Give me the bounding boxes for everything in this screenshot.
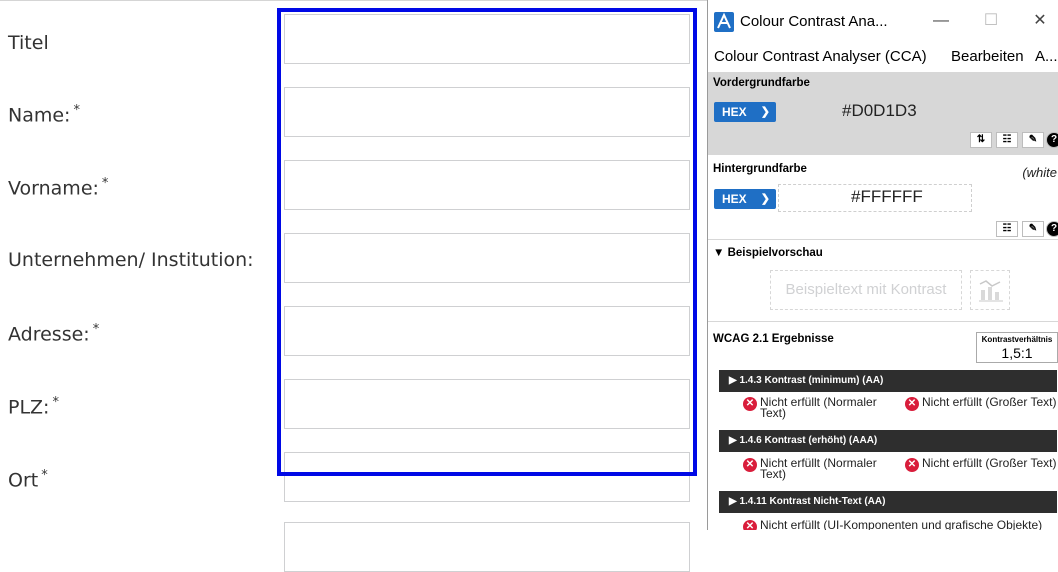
close-button[interactable]: ✕	[1023, 6, 1057, 36]
unternehmen-input[interactable]	[284, 233, 690, 283]
menu-item-bearbeiten[interactable]: Bearbeiten	[951, 48, 1024, 65]
chevron-down-icon: ❯	[760, 193, 770, 205]
required-marker: *	[73, 103, 80, 118]
fail-icon: ✕	[905, 458, 919, 472]
field-label-titel: Titel	[8, 32, 49, 54]
background-format-select[interactable]: HEX ❯	[714, 189, 776, 209]
cca-app-icon	[714, 12, 734, 32]
fail-icon: ✕	[743, 520, 757, 530]
background-section: Hintergrundfarbe (white HEX ❯ #FFFFFF ☷ ✎…	[708, 155, 1058, 239]
required-marker: *	[52, 395, 59, 410]
preview-toggle[interactable]: ▼ Beispielvorschau	[713, 247, 823, 259]
wcag-results-title: WCAG 2.1 Ergebnisse	[713, 333, 834, 345]
color-sliders-icon[interactable]: ☷	[996, 132, 1018, 148]
chart-icon[interactable]	[970, 270, 1010, 310]
field-label-unternehmen: Unternehmen/ Institution:	[8, 249, 254, 271]
adresse-input[interactable]	[284, 306, 690, 356]
menu-item-cca[interactable]: Colour Contrast Analyser (CCA)	[714, 48, 927, 65]
eyedropper-icon[interactable]: ✎	[1022, 132, 1044, 148]
field-label-adresse: Adresse: *	[8, 322, 100, 346]
required-marker: *	[41, 468, 48, 483]
field-label-ort: Ort *	[8, 468, 48, 492]
chevron-down-icon: ❯	[760, 106, 770, 118]
ort-input[interactable]	[284, 452, 690, 502]
menu-item-more[interactable]: A...	[1035, 48, 1058, 65]
fail-icon: ✕	[743, 397, 757, 411]
fail-icon: ✕	[743, 458, 757, 472]
criterion-1-4-3-toggle[interactable]: ▶ 1.4.3 Kontrast (minimum) (AA)	[719, 370, 1057, 392]
background-note: (white	[1022, 165, 1057, 180]
minimize-button[interactable]: —	[924, 6, 958, 36]
criterion-1-4-11-toggle[interactable]: ▶ 1.4.11 Kontrast Nicht-Text (AA)	[719, 491, 1057, 513]
fail-icon: ✕	[905, 397, 919, 411]
field-label-vorname: Vorname: *	[8, 176, 109, 200]
foreground-title: Vordergrundfarbe	[713, 77, 810, 89]
plz-input[interactable]	[284, 379, 690, 429]
contrast-ratio-value: 1,5:1	[1001, 345, 1033, 361]
result-normal-text: ✕ Nicht erfüllt (Normaler Text)	[743, 396, 893, 419]
contrast-ratio-label: Kontrastverhältnis	[981, 335, 1053, 344]
name-input[interactable]	[284, 87, 690, 137]
field-label-name: Name: *	[8, 103, 80, 127]
menu-bar: Colour Contrast Analyser (CCA) Bearbeite…	[708, 44, 1058, 72]
criterion-1-4-6-toggle[interactable]: ▶ 1.4.6 Kontrast (erhöht) (AAA)	[719, 430, 1057, 452]
foreground-section: Vordergrundfarbe HEX ❯ #D0D1D3 ⇅ ☷ ✎ ?	[708, 72, 1058, 155]
maximize-button[interactable]: ☐	[974, 6, 1008, 36]
result-normal-text: ✕ Nicht erfüllt (Normaler Text)	[743, 457, 893, 480]
titel-input[interactable]	[284, 14, 690, 64]
swap-colors-icon[interactable]: ⇅	[970, 132, 992, 148]
required-marker: *	[92, 322, 100, 337]
color-sliders-icon[interactable]: ☷	[996, 221, 1018, 237]
contrast-ratio-box: Kontrastverhältnis 1,5:1	[976, 332, 1058, 363]
contact-form: Titel Name: * Vorname: * Unternehmen/ Inst…	[0, 0, 708, 572]
foreground-hex-value[interactable]: #D0D1D3	[842, 101, 917, 121]
help-icon[interactable]: ?	[1046, 221, 1058, 237]
background-title: Hintergrundfarbe	[713, 163, 807, 175]
result-large-text: ✕ Nicht erfüllt (Großer Text)	[905, 457, 1058, 472]
result-large-text: ✕ Nicht erfüllt (Großer Text)	[905, 396, 1058, 411]
result-non-text: ✕ Nicht erfüllt (UI-Komponenten und grafi…	[743, 519, 1058, 530]
field-label-plz: PLZ: *	[8, 395, 59, 419]
preview-sample-text: Beispieltext mit Kontrast	[770, 270, 962, 310]
background-hex-value[interactable]: #FFFFFF	[851, 187, 923, 207]
eyedropper-icon[interactable]: ✎	[1022, 221, 1044, 237]
foreground-format-select[interactable]: HEX ❯	[714, 102, 776, 122]
colour-contrast-analyser-window: Colour Contrast Ana... — ☐ ✕ Colour Cont…	[707, 0, 1058, 530]
vorname-input[interactable]	[284, 160, 690, 210]
window-title: Colour Contrast Ana...	[740, 13, 888, 30]
title-bar[interactable]: Colour Contrast Ana... — ☐ ✕	[708, 0, 1058, 44]
help-icon[interactable]: ?	[1046, 132, 1058, 148]
required-marker: *	[101, 176, 109, 191]
